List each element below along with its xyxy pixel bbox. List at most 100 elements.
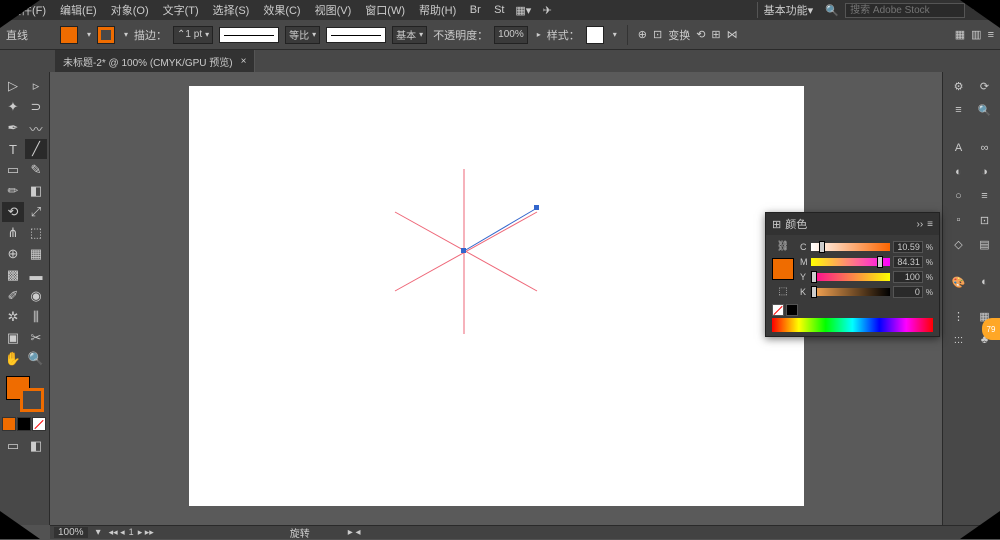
menu-object[interactable]: 对象(O) (105, 0, 155, 20)
hand-tool[interactable]: ✋ (2, 349, 24, 369)
none-mode[interactable] (32, 417, 46, 431)
link-icon[interactable]: ⛓ (777, 241, 790, 252)
zoom-tool[interactable]: 🔍 (25, 349, 47, 369)
workspace-switcher[interactable]: 基本功能▾ (757, 2, 820, 18)
k-slider[interactable] (811, 288, 890, 296)
align-icon[interactable]: ⊡ (653, 28, 662, 41)
stroke-profile[interactable] (219, 27, 279, 43)
perspective-tool[interactable]: ▦ (25, 244, 47, 264)
artboard[interactable] (189, 86, 804, 506)
char-panel-icon[interactable]: A (948, 138, 970, 158)
close-tab-icon[interactable]: × (241, 56, 247, 67)
blend-tool[interactable]: ◉ (25, 286, 47, 306)
rectangle-tool[interactable]: ▭ (2, 160, 24, 180)
width-tool[interactable]: ⋔ (2, 223, 24, 243)
pen-tool[interactable]: ✒ (2, 118, 24, 138)
y-value[interactable]: 100 (893, 271, 923, 283)
direct-selection-tool[interactable]: ▹ (25, 76, 47, 96)
scale-tool[interactable]: ⤢ (25, 202, 47, 222)
layers-panel-icon[interactable]: ≡ (948, 100, 970, 120)
k-value[interactable]: 0 (893, 286, 923, 298)
black-swatch[interactable] (786, 304, 798, 316)
paintbrush-tool[interactable]: ✎ (25, 160, 47, 180)
cc-panel-icon[interactable]: ∞ (974, 138, 996, 158)
menu-select[interactable]: 选择(S) (207, 0, 256, 20)
align-panel-icon[interactable]: ▫ (948, 210, 970, 230)
panel-icon1[interactable]: ▦ (955, 28, 965, 41)
panel-fill-swatch[interactable] (772, 258, 794, 280)
mesh-tool[interactable]: ▩ (2, 265, 24, 285)
zoom-level[interactable]: 100% (54, 527, 88, 538)
doc-setup-icon[interactable]: ⊕ (638, 28, 647, 41)
menu-view[interactable]: 视图(V) (309, 0, 358, 20)
gradient-mode[interactable] (17, 417, 31, 431)
brush-def[interactable] (326, 27, 386, 43)
stroke-panel-icon[interactable]: ◇ (948, 234, 970, 254)
swatches-panel-icon[interactable]: ◐ (948, 162, 970, 182)
more-panel-icon[interactable]: ⋮ (948, 306, 970, 326)
menu-text[interactable]: 文字(T) (157, 0, 205, 20)
transform-icon2[interactable]: ⊞ (711, 28, 720, 41)
collapse-icon[interactable]: ›› (916, 219, 923, 230)
rotate-tool[interactable]: ⟲ (2, 202, 24, 222)
menu-window[interactable]: 窗口(W) (359, 0, 411, 20)
menu-help[interactable]: 帮助(H) (413, 0, 462, 20)
cube-icon[interactable]: ⬚ (778, 286, 787, 297)
artboard-nav[interactable]: ◂◂ ◂ 1 ▸ ▸▸ (109, 527, 154, 538)
width-profile-dd[interactable]: 等比▾ (285, 26, 320, 44)
eraser-tool[interactable]: ◧ (25, 181, 47, 201)
gpu-icon[interactable]: ✈ (538, 1, 556, 19)
none-swatch[interactable] (772, 304, 784, 316)
fill-swatch[interactable] (60, 26, 78, 44)
document-tab[interactable]: 未标题-2* @ 100% (CMYK/GPU 预览) × (55, 50, 255, 72)
stock-icon[interactable]: St (490, 1, 508, 19)
panel-menu-icon[interactable]: ≡ (988, 29, 994, 41)
c-value[interactable]: 10.59 (893, 241, 923, 253)
slice-tool[interactable]: ✂ (25, 328, 47, 348)
stroke-weight-input[interactable]: ⌃1 pt▾ (173, 26, 213, 44)
screen-mode[interactable]: ▭ (2, 436, 24, 456)
transform-icon1[interactable]: ⟲ (696, 28, 705, 41)
bridge-icon[interactable]: Br (466, 1, 484, 19)
artboards-panel-icon[interactable]: 🔍 (974, 100, 996, 120)
appearance-icon[interactable]: ◐ (974, 272, 996, 292)
curvature-tool[interactable]: 〰 (25, 118, 47, 138)
artboard-tool[interactable]: ▣ (2, 328, 24, 348)
arrange-icon[interactable]: ▦▾ (514, 1, 532, 19)
transform-icon3[interactable]: ⋈ (727, 28, 738, 41)
pathfinder-icon[interactable]: ⊡ (974, 210, 996, 230)
selection-tool[interactable]: ▷ (2, 76, 24, 96)
opacity-input[interactable]: 100% (494, 26, 528, 44)
notification-badge[interactable]: 79 (982, 318, 1000, 340)
panel-menu-icon[interactable]: ≡ (927, 219, 933, 230)
symbol-sprayer-tool[interactable]: ✲ (2, 307, 24, 327)
libraries-icon[interactable]: ⟳ (974, 76, 996, 96)
c-slider[interactable] (811, 243, 890, 251)
transform-panel-icon[interactable]: ≡ (974, 186, 996, 206)
actions-panel-icon[interactable]: ::: (948, 330, 970, 350)
y-slider[interactable] (811, 273, 890, 281)
panel-icon2[interactable]: ▥ (971, 28, 981, 41)
eyedropper-tool[interactable]: ✐ (2, 286, 24, 306)
spectrum-picker[interactable] (772, 318, 933, 332)
shaper-tool[interactable]: ✏ (2, 181, 24, 201)
style-swatch[interactable] (586, 26, 604, 44)
stroke-swatch[interactable] (97, 26, 115, 44)
lasso-tool[interactable]: ⊃ (25, 97, 47, 117)
m-value[interactable]: 84.31 (893, 256, 923, 268)
gradient-tool[interactable]: ▬ (25, 265, 47, 285)
type-tool[interactable]: T (2, 139, 24, 159)
color-panel-icon[interactable]: 🎨 (948, 272, 970, 292)
gradient-panel-icon[interactable]: ▤ (974, 234, 996, 254)
symbols-panel-icon[interactable]: ○ (948, 186, 970, 206)
menu-effect[interactable]: 效果(C) (257, 0, 306, 20)
stroke-color[interactable] (20, 388, 44, 412)
brushes-panel-icon[interactable]: ◑ (974, 162, 996, 182)
color-mode[interactable] (2, 417, 16, 431)
transform-label[interactable]: 变换 (668, 27, 690, 43)
column-graph-tool[interactable]: ⫼ (25, 307, 47, 327)
menu-edit[interactable]: 编辑(E) (54, 0, 103, 20)
m-slider[interactable] (811, 258, 890, 266)
properties-panel-icon[interactable]: ⚙ (948, 76, 970, 96)
shape-builder-tool[interactable]: ⊕ (2, 244, 24, 264)
